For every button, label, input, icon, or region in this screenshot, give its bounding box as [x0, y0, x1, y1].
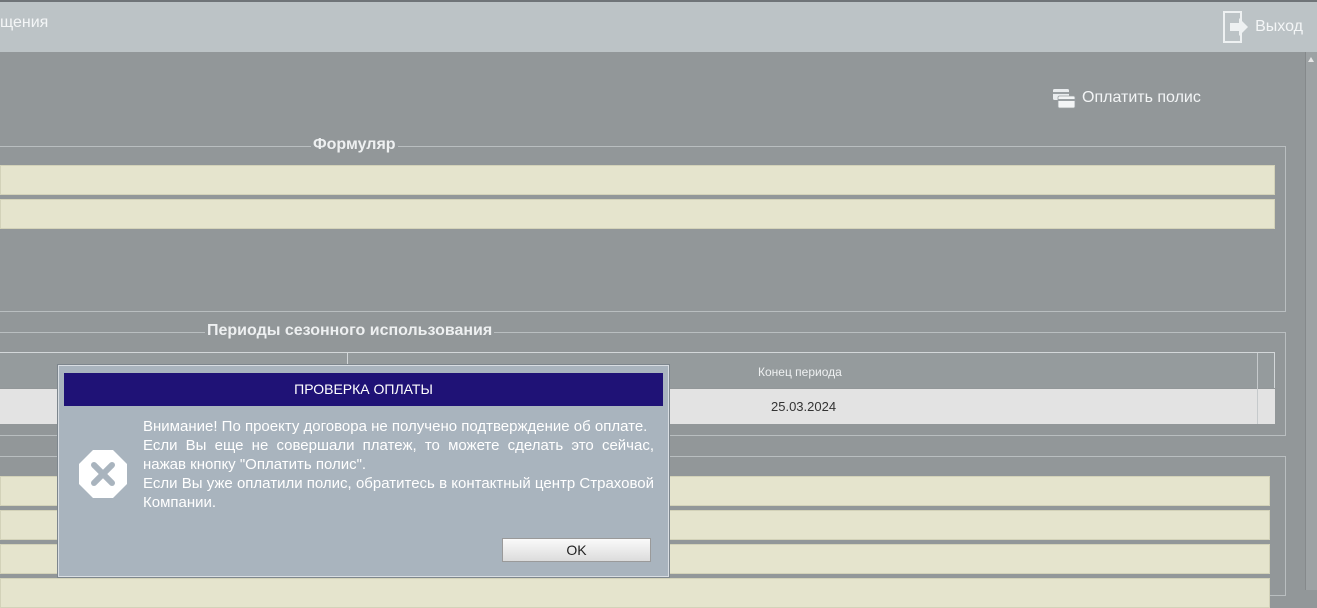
- seasonal-periods-title: Периоды сезонного использования: [205, 322, 495, 340]
- period-end-value: 25.03.2024: [771, 399, 837, 414]
- detail-field-4[interactable]: [0, 578, 1270, 608]
- vertical-scrollbar[interactable]: [1305, 52, 1317, 590]
- pay-policy-button[interactable]: Оплатить полис: [1052, 86, 1201, 110]
- form-field-2[interactable]: [0, 199, 1275, 229]
- dialog-message: Внимание! По проекту договора не получен…: [143, 417, 654, 512]
- column-divider: [1257, 353, 1258, 389]
- column-header-end[interactable]: Конец периода: [758, 365, 842, 379]
- ok-button[interactable]: OK: [502, 538, 651, 562]
- form-section-title: Формуляр: [311, 136, 398, 154]
- dialog-message-line: Если Вы еще не совершали платеж, то може…: [143, 437, 654, 473]
- payment-cards-icon: [1053, 89, 1076, 109]
- menu-item-partial[interactable]: щения: [0, 14, 48, 32]
- logout-icon: [1223, 11, 1249, 43]
- dialog-title: ПРОВЕРКА ОПЛАТЫ: [64, 373, 663, 406]
- form-field-1[interactable]: [0, 165, 1275, 195]
- top-bar: щения Выход: [0, 0, 1317, 52]
- payment-check-dialog: ПРОВЕРКА ОПЛАТЫ Внимание! По проекту дог…: [58, 365, 669, 577]
- scroll-up-icon[interactable]: [1308, 57, 1314, 62]
- error-x-icon: [79, 450, 127, 498]
- dialog-message-line: Внимание! По проекту договора не получен…: [143, 418, 648, 435]
- column-divider: [347, 353, 348, 365]
- column-divider: [1257, 389, 1258, 424]
- exit-button[interactable]: Выход: [1223, 10, 1303, 44]
- dialog-message-line: Если Вы уже оплатили полис, обратитесь в…: [143, 475, 654, 511]
- pay-policy-label: Оплатить полис: [1082, 89, 1201, 106]
- exit-label: Выход: [1255, 18, 1303, 35]
